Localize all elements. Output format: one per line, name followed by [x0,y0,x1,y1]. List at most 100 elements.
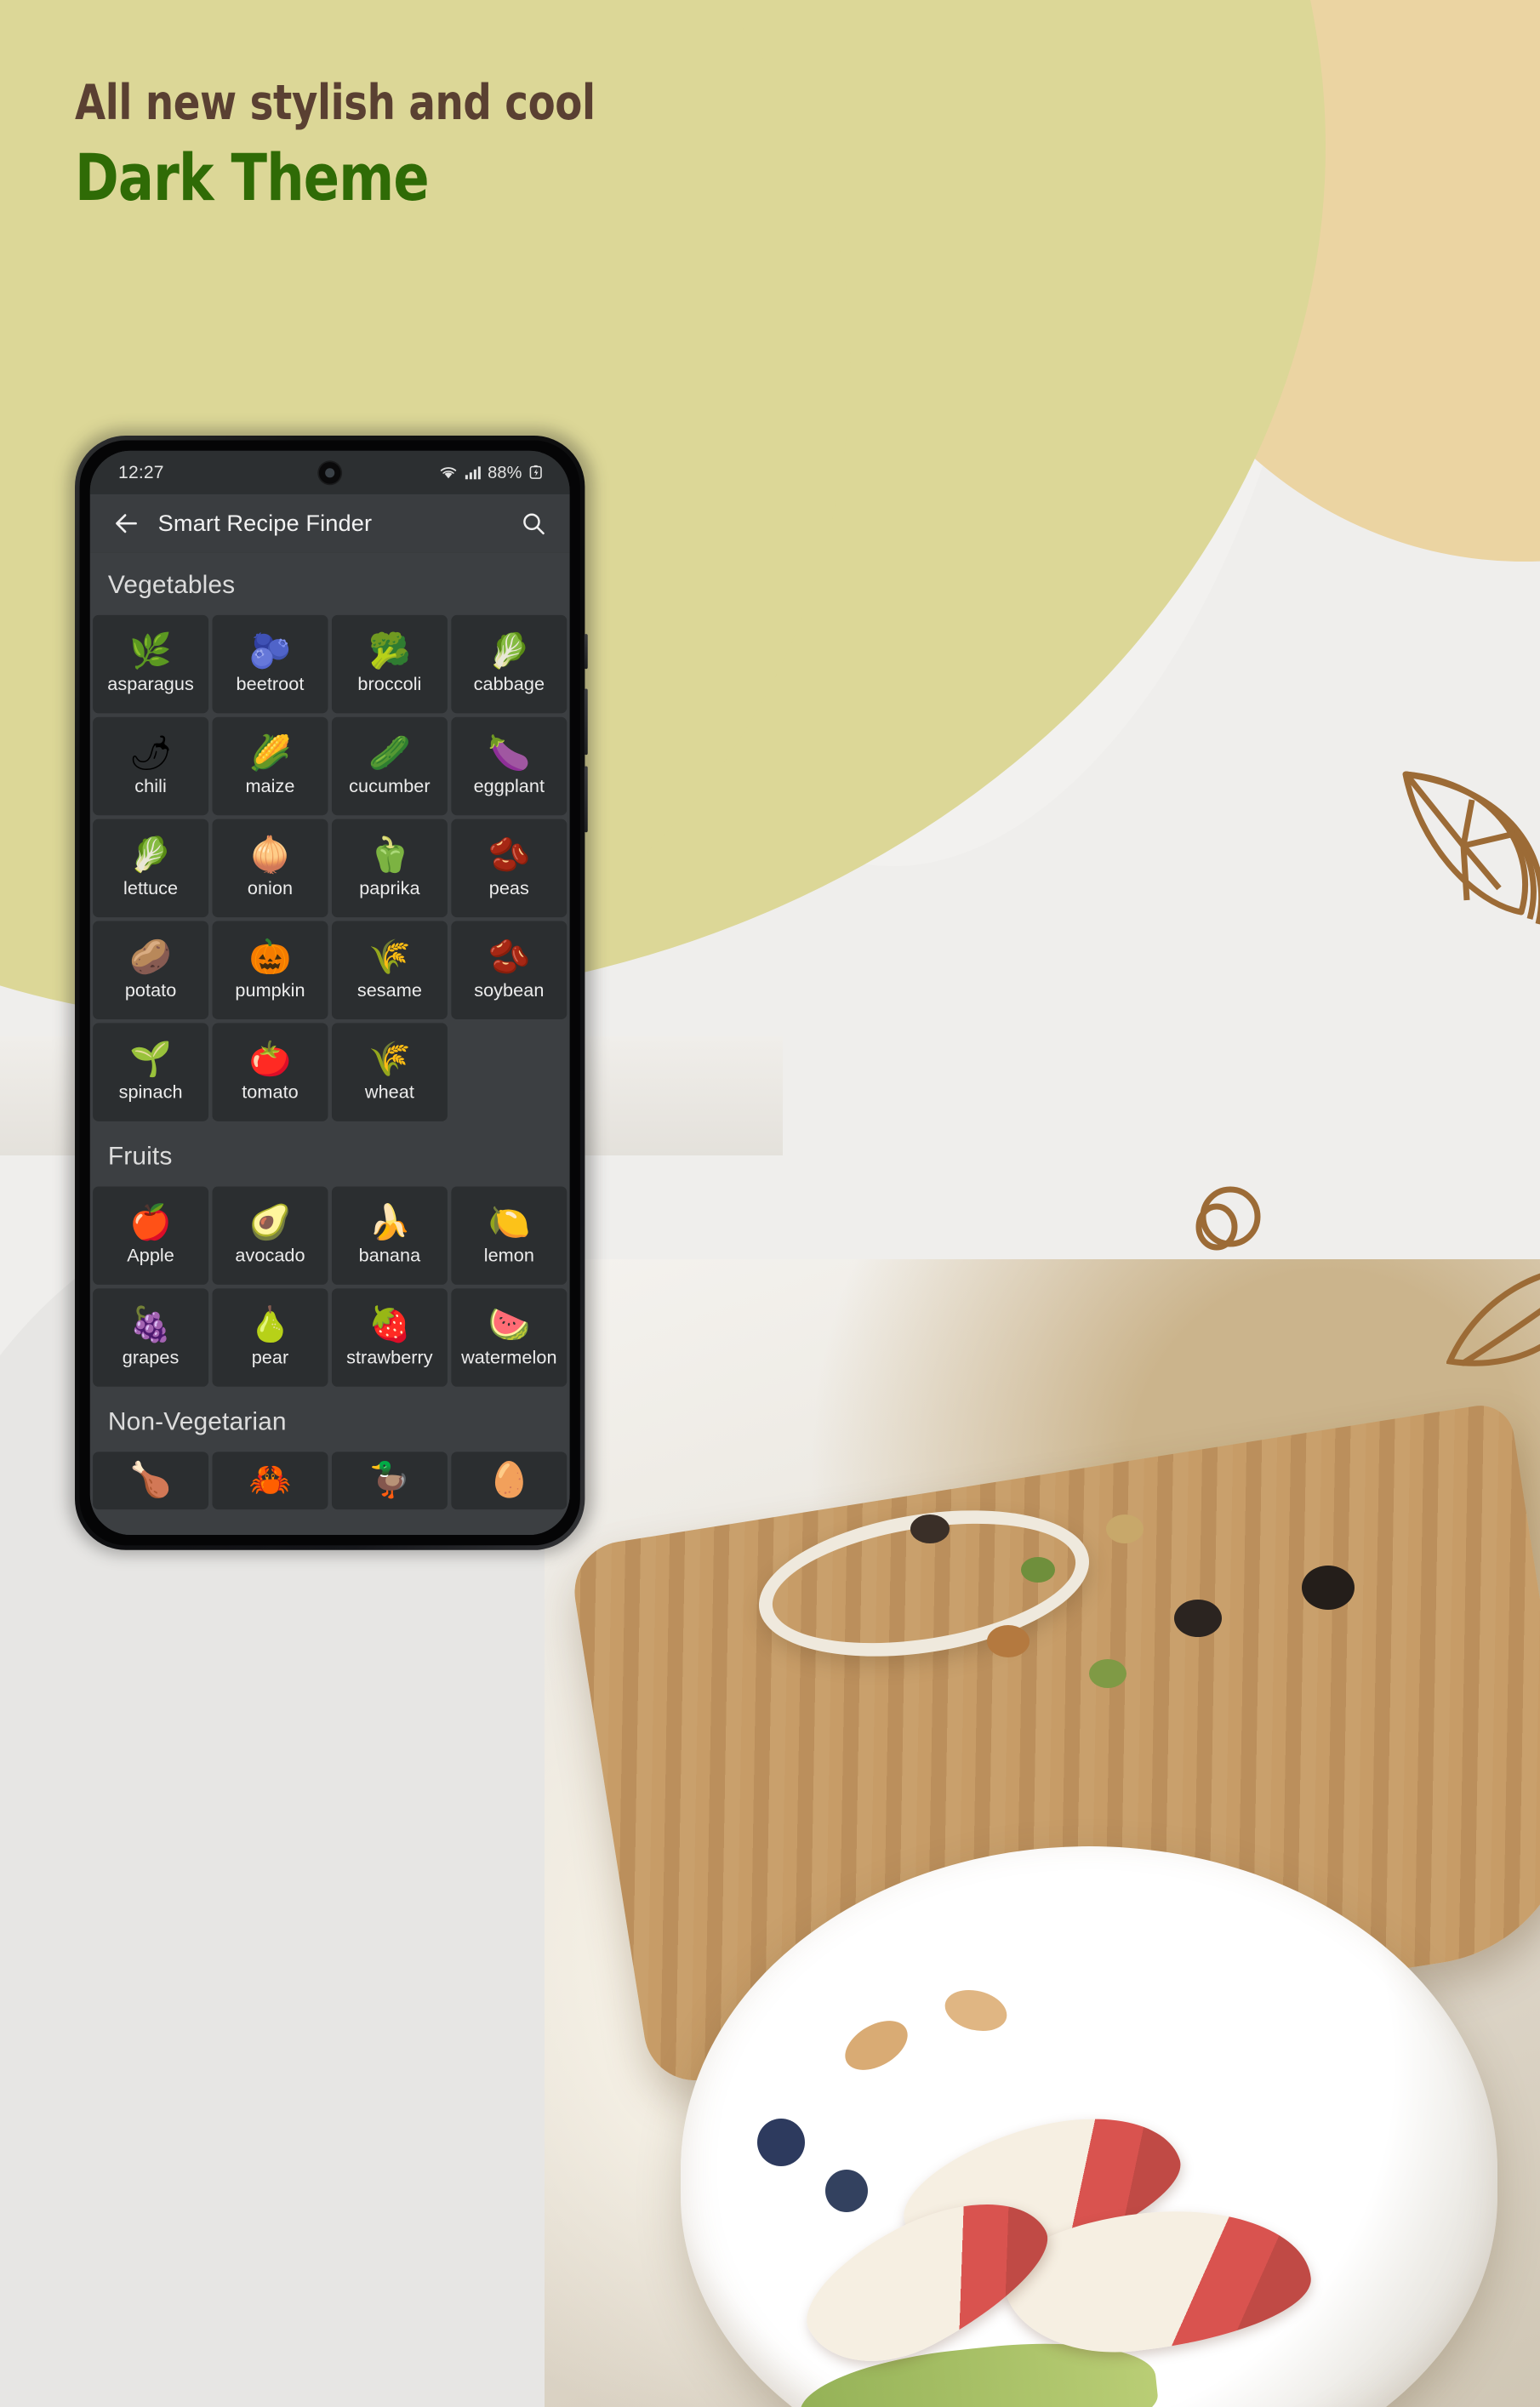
ingredient-cell[interactable]: 🍌 banana [331,1186,448,1285]
ingredient-cell[interactable]: 🥔 potato [93,921,209,1019]
ingredient-label: sesame [356,979,422,1001]
ingredient-cell[interactable]: 🫐 beetroot [212,614,328,714]
ingredient-cell[interactable]: 🦆 [331,1452,448,1510]
ingredient-label: peas [488,878,529,898]
egg-icon: 🥚 [488,1459,531,1499]
phone-button-mute[interactable] [584,634,588,670]
seed-cluster [1089,1659,1126,1688]
ingredient-cell[interactable]: 🍅 tomato [212,1023,328,1121]
sesame-icon: 🌾 [368,936,411,977]
ingredient-cell[interactable]: 🍋 lemon [451,1186,568,1285]
ingredient-label: chili [134,776,167,797]
cabbage-icon: 🥬 [488,630,531,670]
ingredient-cell[interactable]: 🍆 eggplant [451,716,568,816]
ingredient-cell[interactable]: 🥬 cabbage [451,614,568,714]
ingredient-label: banana [358,1245,421,1266]
chicken-icon: 🍗 [129,1459,172,1499]
ingredient-label: paprika [359,878,420,898]
section-title-vegetables: Vegetables [107,570,236,599]
ingredient-cell[interactable]: 🌾 sesame [331,921,448,1019]
ingredient-cell[interactable]: 🎃 pumpkin [212,921,328,1019]
watermelon-icon: 🍉 [488,1303,531,1344]
ingredient-label: lemon [483,1245,534,1266]
ingredient-label: spinach [118,1081,183,1103]
ingredient-label: tomato [242,1081,299,1103]
phone-screen: 12:27 88% Smart Recipe Finder Vegetables… [89,450,570,1536]
ingredient-label: lettuce [123,878,179,898]
onion-icon: 🧅 [248,834,292,875]
ingredient-cell[interactable]: 🍗 [93,1452,209,1510]
peas-icon: 🫘 [488,834,531,875]
seed-cluster [910,1514,950,1543]
phone-bezel: 12:27 88% Smart Recipe Finder Vegetables… [79,440,580,1546]
paprika-icon: 🫑 [368,834,411,875]
ingredient-cell[interactable]: 🍓 strawberry [331,1288,448,1387]
ingredient-label: grapes [122,1347,180,1368]
phone-button-power[interactable] [584,766,588,833]
battery-charging-icon [529,465,542,479]
ingredient-list[interactable]: Vegetables 🌿 asparagus 🫐 beetroot 🥦 broccol… [89,552,570,1536]
seed-cluster [987,1625,1030,1657]
ingredient-label: pumpkin [235,979,305,1001]
banana-icon: 🍌 [368,1201,411,1242]
search-icon[interactable] [518,508,550,539]
ingredient-cell[interactable]: 🥒 cucumber [331,716,448,816]
ingredient-label: avocado [235,1245,305,1266]
ingredient-cell[interactable]: 🌿 asparagus [93,614,209,714]
asparagus-icon: 🌿 [129,630,172,670]
phone-button-volume[interactable] [584,688,588,756]
blueberry [757,2119,805,2166]
background-blob-tan [1098,0,1540,562]
eggplant-icon: 🍆 [488,733,531,773]
cucumber-icon: 🥒 [368,733,411,773]
ingredient-cell[interactable]: 🌶 chili [93,716,209,816]
broccoli-icon: 🥦 [368,630,411,670]
food-photo [545,1259,1540,2407]
back-arrow-icon[interactable] [111,508,142,539]
section-title-non-vegetarian: Non-Vegetarian [107,1406,287,1435]
ingredient-cell[interactable]: 🫘 peas [451,818,568,918]
ingredient-cell[interactable]: 🫘 soybean [451,921,568,1019]
ingredient-cell[interactable]: 🍐 pear [212,1288,328,1387]
ingredient-cell[interactable]: 🦀 [212,1452,328,1510]
lemon-icon: 🍋 [488,1201,531,1242]
app-bar: Smart Recipe Finder [89,493,570,553]
apple-icon: 🍎 [129,1201,172,1242]
headline-line-1: All new stylish and cool [75,75,596,131]
seed-cluster [1302,1566,1355,1610]
leaf-lineart [1446,1273,1540,1366]
ingredient-label: wheat [364,1081,414,1103]
soybean-icon: 🫘 [488,936,531,977]
ingredient-cell[interactable]: 🌽 maize [212,716,328,816]
ingredient-cell[interactable]: 🥬 lettuce [93,818,209,918]
duck-icon: 🦆 [368,1459,411,1499]
pear-icon: 🍐 [248,1303,292,1344]
pumpkin-icon: 🎃 [248,936,292,977]
status-indicators: 88% [438,463,544,482]
seed-cluster [1106,1514,1144,1543]
ingredient-label: watermelon [461,1347,557,1368]
ingredient-label: beetroot [236,674,305,695]
ingredient-cell[interactable]: 🫑 paprika [331,818,448,918]
section-title-fruits: Fruits [107,1141,173,1171]
ingredient-cell[interactable]: 🥚 [451,1452,568,1510]
ingredient-cell[interactable]: 🥦 broccoli [331,614,448,714]
ingredient-cell[interactable]: 🌱 spinach [93,1023,209,1121]
lettuce-icon: 🥬 [129,834,172,875]
spiral-circle-lineart [1195,1186,1261,1251]
ingredient-cell[interactable]: 🥑 avocado [212,1186,328,1285]
ingredient-label: onion [247,878,294,898]
ingredient-cell[interactable]: 🧅 onion [212,818,328,918]
ingredient-label: eggplant [473,776,545,797]
maize-icon: 🌽 [248,733,292,773]
ingredient-cell[interactable]: 🍇 grapes [93,1288,209,1387]
wifi-icon [440,467,457,479]
avocado-icon: 🥑 [248,1201,292,1242]
grid-vegetables: 🌿 asparagus 🫐 beetroot 🥦 broccoli 🥬 cabbage … [90,614,570,1121]
crab-icon: 🦀 [248,1459,292,1499]
ingredient-cell[interactable]: 🌾 wheat [331,1023,448,1121]
ingredient-cell[interactable]: 🍎 Apple [93,1186,209,1285]
ingredient-cell[interactable]: 🍉 watermelon [451,1288,568,1387]
phone-mockup: 12:27 88% Smart Recipe Finder Vegetables… [68,429,594,1555]
seed-cluster [1021,1557,1055,1583]
